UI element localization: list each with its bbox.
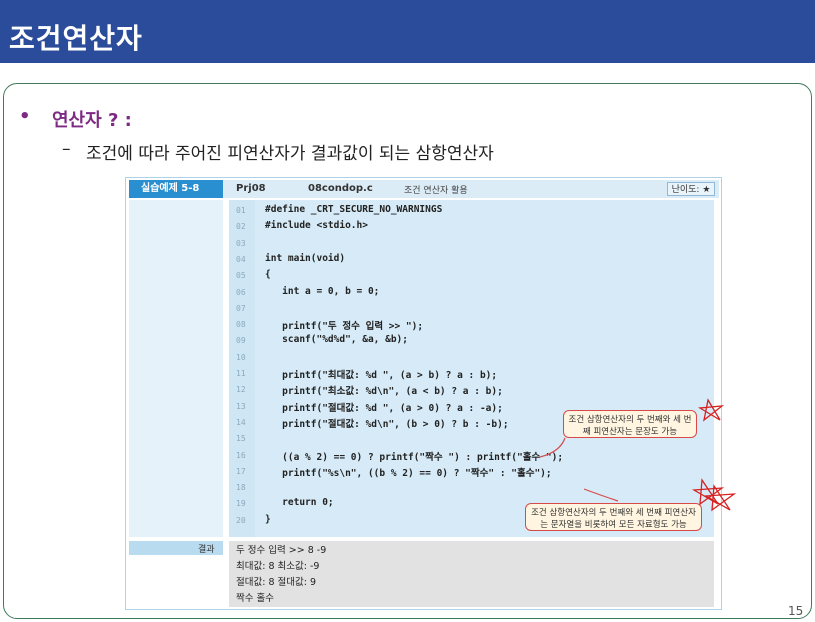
code-line: printf("%s\n", ((b % 2) == 0) ? "짝수" : "… (265, 467, 552, 479)
line-number: 06 (236, 287, 246, 297)
difficulty-badge: 난이도: ★ (667, 182, 715, 196)
line-number: 14 (236, 417, 246, 427)
bullet-marker: • (19, 106, 31, 127)
line-number: 03 (236, 238, 246, 248)
line-number: 04 (236, 254, 246, 264)
example-desc: 조건 연산자 활용 (404, 186, 468, 196)
bullet-heading: 연산자 ? : (52, 110, 132, 131)
line-number: 19 (236, 499, 246, 509)
code-line: printf("두 정수 입력 >> "); (265, 321, 424, 333)
result-label: 결과 (198, 545, 215, 555)
example-project: Prj08 (236, 183, 266, 194)
line-number: 18 (236, 483, 246, 493)
line-number: 07 (236, 303, 246, 313)
line-number: 11 (236, 369, 246, 378)
result-line: 두 정수 입력 >> 8 -9 (236, 545, 327, 556)
result-line: 짝수 홀수 (236, 593, 274, 604)
code-line: int main(void) (265, 252, 346, 264)
code-line: printf("절대값: %d ", (a > 0) ? a : -a); (265, 402, 503, 414)
line-number: 13 (236, 401, 246, 411)
result-line: 최대값: 8 최소값: -9 (236, 561, 320, 572)
line-number: 02 (236, 222, 246, 232)
code-line: return 0; (265, 497, 334, 509)
code-line: scanf("%d%d", &a, &b); (265, 334, 408, 346)
line-number: 01 (236, 206, 246, 215)
line-number: 09 (236, 336, 246, 346)
code-line: printf("최소값: %d\n", (a < b) ? a : b); (265, 386, 503, 398)
code-line: int a = 0, b = 0; (265, 285, 380, 297)
sub-bullet-text: 조건에 따라 주어진 피연산자가 결과값이 되는 삼항연산자 (86, 144, 494, 164)
line-number: 05 (236, 271, 246, 281)
annotation-note: 조건 삼항연산자의 두 번째와 세 번째 피연산자는 문자열을 비롯하여 모든 … (525, 503, 702, 531)
code-line: #include <stdio.h> (265, 220, 368, 232)
example-file: 08condop.c (308, 183, 373, 194)
code-line: printf("최대값: %d ", (a > b) ? a : b); (265, 370, 498, 381)
page-number: 15 (788, 604, 804, 618)
line-number: 12 (236, 385, 246, 395)
annotation-note: 조건 삼항연산자의 두 번째와 세 번째 피연산자는 문장도 가능 (563, 410, 697, 438)
left-strip (129, 200, 223, 537)
result-line: 절대값: 8 절대값: 9 (236, 577, 316, 588)
example-label: 실습예제 5-8 (129, 180, 223, 198)
code-line: } (265, 513, 271, 525)
line-number: 16 (236, 450, 246, 460)
code-line: printf("절대값: %d\n", (b > 0) ? b : -b); (265, 418, 509, 430)
slide-title: 조건연산자 (9, 22, 143, 55)
line-number: 08 (236, 320, 246, 330)
line-number: 20 (236, 515, 246, 525)
line-number: 15 (236, 434, 246, 444)
sub-marker: – (62, 139, 71, 159)
line-number: 17 (236, 466, 246, 476)
code-line: ((a % 2) == 0) ? printf("짝수 ") : printf(… (265, 451, 564, 463)
code-line: { (265, 269, 271, 281)
line-number: 10 (236, 352, 246, 362)
code-line: #define _CRT_SECURE_NO_WARNINGS (265, 204, 443, 215)
